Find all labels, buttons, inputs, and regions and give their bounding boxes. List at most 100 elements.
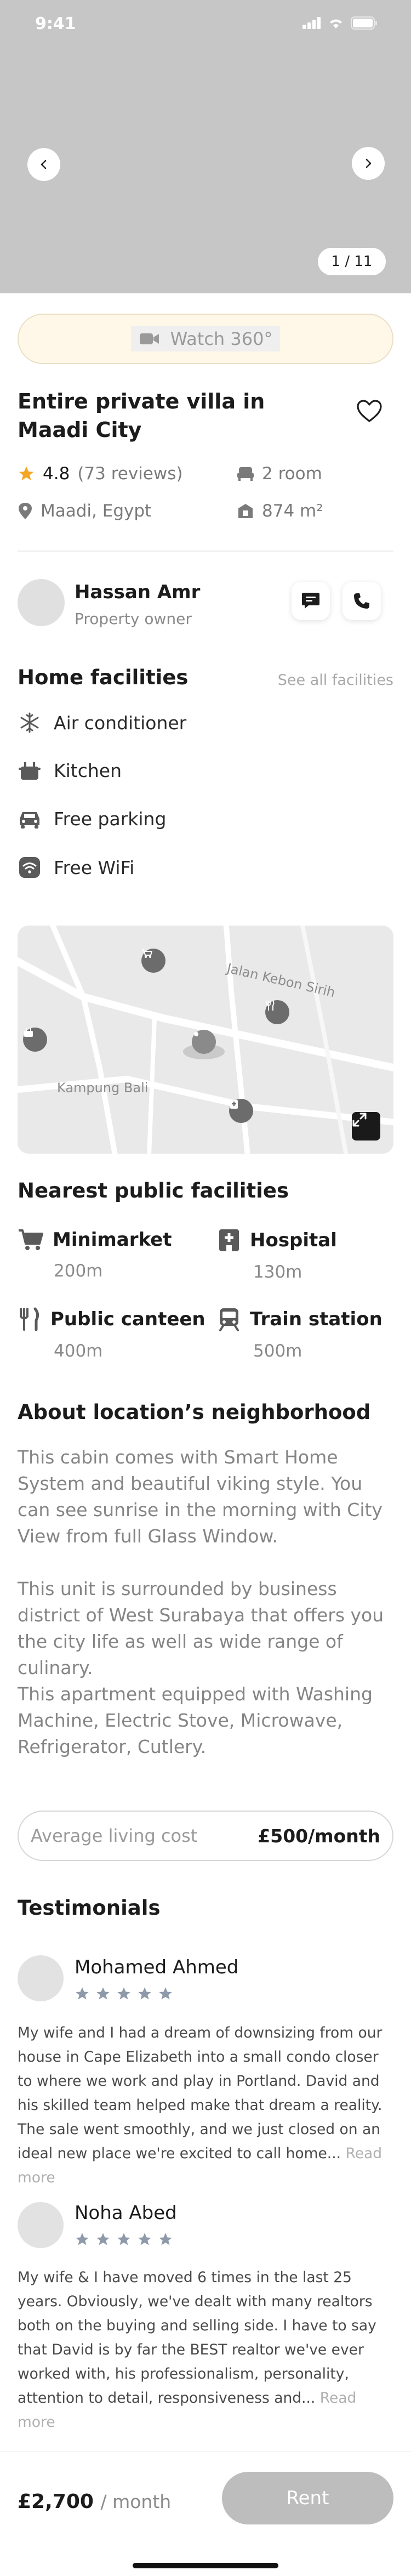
review-stars (75, 1986, 173, 2001)
public-facility-distance: 500m (253, 1341, 302, 1361)
message-owner-button[interactable] (292, 582, 330, 620)
status-icons (302, 16, 378, 30)
heart-icon (357, 400, 382, 422)
area-value: 874 m² (262, 501, 323, 521)
star-icon (117, 1987, 130, 2000)
facility-item: Free WiFi (18, 856, 134, 878)
star-icon (159, 1987, 172, 2000)
rooms-value: 2 room (262, 464, 322, 484)
kitchen-icon (18, 761, 42, 781)
facility-label: Free parking (54, 808, 167, 830)
rating-row: 4.8 (73 reviews) (18, 464, 182, 484)
map-location-marker[interactable] (192, 1030, 216, 1054)
neighborhood-paragraph: This cabin comes with Smart Home System … (18, 1446, 383, 1547)
home-indicator[interactable] (133, 2563, 278, 2568)
home-facilities-title: Home facilities (18, 666, 189, 689)
public-facility-item: Hospital 130m (217, 1228, 337, 1282)
hospital-icon (219, 1229, 239, 1251)
owner-name: Hassan Amr (75, 581, 201, 603)
chevron-left-icon (41, 160, 47, 169)
property-title: Entire private villa in Maadi City (18, 389, 265, 442)
car-icon (18, 810, 42, 829)
phone-icon (354, 593, 369, 609)
chat-icon (302, 593, 319, 609)
public-facility-distance: 400m (54, 1341, 103, 1361)
status-bar: 9:41 (0, 0, 411, 49)
reviewer-name: Mohamed Ahmed (75, 1956, 239, 1978)
map-poi-hospital-icon[interactable] (229, 1099, 253, 1123)
neighborhood-title: About location’s neighborhood (18, 1400, 371, 1424)
facility-label: Free WiFi (54, 856, 135, 878)
wifi-icon (18, 856, 42, 878)
bed-icon (237, 467, 254, 481)
facility-item: Air conditioner (18, 712, 186, 734)
public-facility-distance: 130m (253, 1262, 302, 1282)
next-photo-button[interactable] (352, 147, 385, 180)
public-facility-name: Public canteen (50, 1308, 206, 1330)
owner-role: Property owner (75, 610, 192, 628)
facility-label: Air conditioner (54, 712, 187, 734)
living-cost-value: £500/month (258, 1825, 380, 1847)
public-facility-distance: 200m (54, 1261, 103, 1281)
star-icon (76, 2233, 89, 2245)
nearest-facilities-title: Nearest public facilities (18, 1179, 289, 1202)
living-cost-label: Average living cost (31, 1825, 198, 1846)
average-living-cost: Average living cost £500/month (18, 1811, 393, 1861)
reviewer-avatar (18, 2202, 64, 2248)
review-text: My wife and I had a dream of downsizing … (18, 2021, 396, 2190)
location-pin-icon (19, 503, 32, 519)
star-icon (138, 2233, 151, 2245)
neighborhood-paragraph: This unit is surrounded by business dist… (18, 1578, 384, 1678)
watch-360-button[interactable]: Watch 360° (18, 314, 393, 364)
location-row: Maadi, Egypt (18, 501, 151, 521)
property-photo-gallery[interactable]: 9:41 1 / 11 (0, 0, 411, 293)
map-poi-cart-icon[interactable] (141, 949, 165, 973)
star-icon (138, 1987, 151, 2000)
public-facility-name: Hospital (250, 1229, 337, 1251)
fork-knife-icon (20, 1307, 39, 1331)
rent-button[interactable]: Rent (222, 2472, 393, 2524)
chevron-right-icon (366, 158, 372, 168)
review-text: My wife & I have moved 6 times in the la… (18, 2266, 396, 2435)
watch-360-label: Watch 360° (170, 328, 273, 349)
watch-360-content: Watch 360° (130, 326, 281, 351)
map-poi-kitchen-icon[interactable] (23, 1028, 47, 1052)
price: £2,700 / month (18, 2490, 171, 2513)
neighborhood-paragraph: This apartment equipped with Washing Mac… (18, 1683, 373, 1757)
battery-icon (351, 16, 377, 30)
testimonials-title: Testimonials (18, 1896, 161, 1920)
reviewer-name: Noha Abed (75, 2202, 177, 2224)
review-stars (75, 2232, 173, 2247)
location-value: Maadi, Egypt (41, 501, 152, 521)
review-body: My wife and I had a dream of downsizing … (18, 2024, 383, 2162)
train-icon (219, 1308, 239, 1331)
favorite-button[interactable] (356, 399, 383, 425)
expand-map-button[interactable] (352, 1112, 380, 1141)
rating-value: 4.8 (43, 464, 70, 484)
area-row: 874 m² (237, 501, 323, 521)
rooms-row: 2 room (237, 464, 322, 484)
location-map[interactable]: Jalan Kebon Sirih Kampung Bali (18, 926, 393, 1154)
star-icon (96, 2233, 110, 2245)
signal-icon (302, 17, 321, 29)
area-icon (238, 504, 253, 518)
call-owner-button[interactable] (342, 582, 381, 620)
star-icon (96, 1987, 110, 2000)
facility-label: Kitchen (54, 760, 122, 781)
public-facility-item: Train station 500m (217, 1307, 383, 1361)
map-poi-fork-knife-icon[interactable] (265, 1000, 289, 1024)
cart-icon (19, 1229, 43, 1250)
divider (18, 551, 393, 552)
snowflake-icon (18, 712, 42, 734)
public-facility-name: Train station (250, 1308, 383, 1330)
see-all-facilities-link[interactable]: See all facilities (278, 672, 393, 689)
star-icon (76, 1987, 89, 2000)
facility-item: Free parking (18, 808, 166, 830)
previous-photo-button[interactable] (27, 148, 60, 181)
public-facility-item: Minimarket 200m (18, 1228, 172, 1281)
review-count[interactable]: (73 reviews) (77, 464, 182, 484)
video-camera-icon (139, 333, 159, 344)
facility-item: Kitchen (18, 760, 122, 781)
owner-avatar[interactable] (18, 579, 65, 626)
map-area-label: Kampung Bali (57, 1080, 149, 1096)
